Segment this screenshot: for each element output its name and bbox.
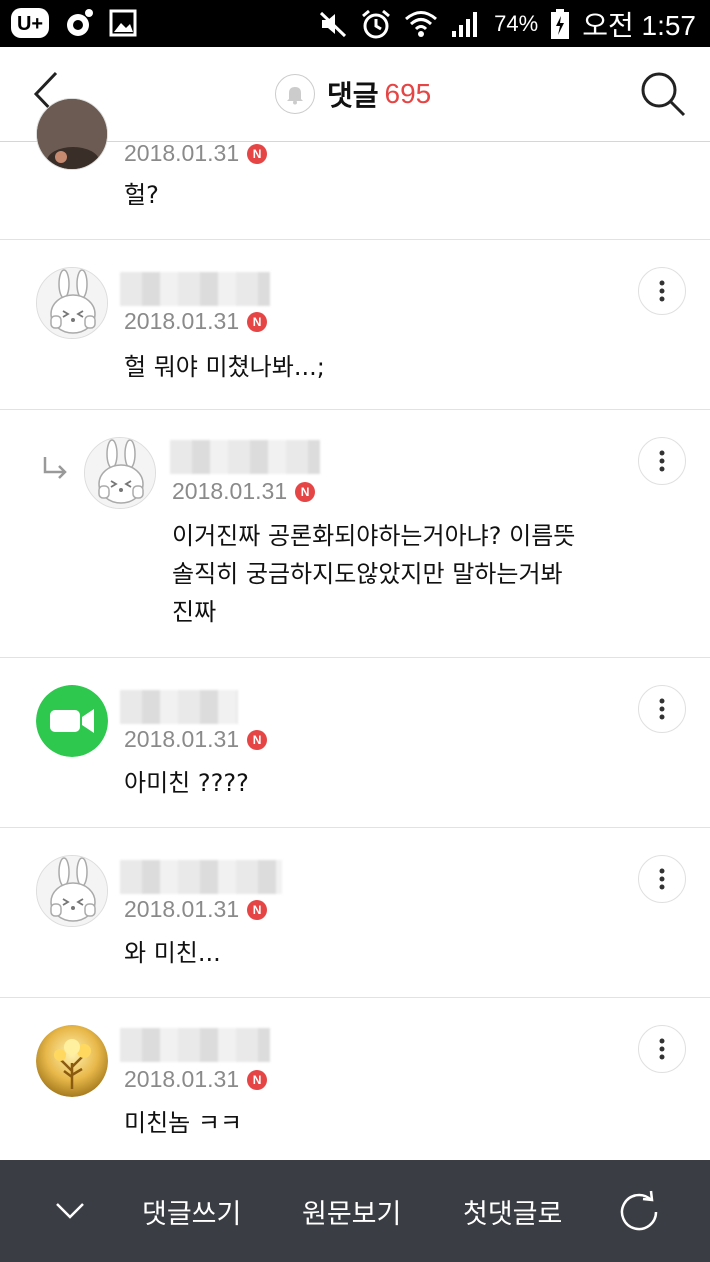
rabbit-avatar-icon	[37, 856, 107, 926]
write-comment-button[interactable]: 댓글쓰기	[142, 1192, 241, 1231]
image-icon	[109, 9, 137, 37]
comment-item: 2018.01.31 N 헐 뭐야 미쳤나봐...;	[0, 240, 710, 410]
new-badge: N	[247, 899, 268, 920]
comment-meta: 2018.01.31 N	[124, 726, 268, 753]
facetime-avatar-icon	[36, 685, 108, 757]
refresh-icon	[620, 1190, 658, 1231]
comment-meta: 2018.01.31 N	[124, 896, 268, 923]
reply-arrow-icon	[43, 457, 67, 479]
search-icon	[641, 72, 686, 117]
user-photo-icon	[37, 99, 107, 169]
avatar[interactable]	[36, 855, 108, 927]
wifi-icon	[405, 11, 438, 37]
new-badge: N	[295, 481, 316, 502]
u-plus-icon: U+	[11, 8, 49, 38]
more-options-button[interactable]	[638, 855, 686, 903]
rabbit-avatar-icon	[85, 438, 155, 508]
clock: 오전 1:57	[582, 10, 696, 41]
comment-text: 헐 뭐야 미쳤나봐...;	[124, 353, 325, 381]
username-blurred	[120, 1028, 270, 1062]
more-vertical-icon	[659, 868, 665, 890]
bell-icon	[287, 87, 303, 105]
new-badge: N	[247, 1069, 268, 1090]
refresh-button[interactable]	[617, 1190, 661, 1238]
comment-item: 2018.01.31 N 와 미친...	[0, 828, 710, 998]
comment-text: 와 미친...	[124, 939, 221, 967]
comment-text: 아미친 ????	[124, 769, 249, 797]
golden-tree-avatar-icon	[36, 1025, 108, 1097]
comment-meta: 2018.01.31 N	[124, 308, 268, 335]
comment-date: 2018.01.31	[124, 726, 240, 752]
comment-item: 2018.01.31 N 아미친 ????	[0, 658, 710, 828]
comment-date: 2018.01.31	[124, 140, 240, 166]
avatar[interactable]	[84, 437, 156, 509]
avatar[interactable]	[36, 98, 108, 170]
collapse-button[interactable]	[54, 1198, 86, 1226]
comment-count: 695	[384, 78, 432, 109]
avatar[interactable]	[36, 1025, 108, 1097]
username-blurred	[120, 690, 238, 724]
status-bar: U+ 74% 오전 1:57	[0, 0, 710, 47]
username-blurred	[120, 272, 270, 306]
more-options-button[interactable]	[638, 1025, 686, 1073]
comment-text: 이거진짜 공론화되야하는거아냐? 이름뜻 솔직히 궁금하지도않았지만 말하는거봐…	[172, 517, 575, 631]
chevron-down-icon	[56, 1203, 84, 1219]
more-options-button[interactable]	[638, 685, 686, 733]
more-vertical-icon	[659, 280, 665, 302]
first-comment-button[interactable]: 첫댓글로	[463, 1192, 562, 1231]
view-original-button[interactable]: 원문보기	[302, 1192, 401, 1231]
comment-item: 2018.01.31 N 미친놈 ㅋㅋ	[0, 998, 710, 1160]
new-badge: N	[247, 311, 268, 332]
new-badge: N	[247, 729, 268, 750]
comment-date: 2018.01.31	[124, 1066, 240, 1092]
avatar[interactable]	[36, 267, 108, 339]
username-blurred	[170, 440, 320, 474]
comment-text: 미친놈 ㅋㅋ	[124, 1109, 243, 1137]
avatar[interactable]	[36, 685, 108, 757]
bottom-toolbar: 댓글쓰기 원문보기 첫댓글로	[0, 1160, 710, 1262]
mute-icon	[320, 11, 347, 38]
more-vertical-icon	[659, 698, 665, 720]
comment-date: 2018.01.31	[124, 896, 240, 922]
battery-percent: 74%	[494, 11, 539, 36]
comment-date: 2018.01.31	[124, 308, 240, 334]
status-left-icons: U+	[10, 7, 138, 39]
more-options-button[interactable]	[638, 267, 686, 315]
page-title: 댓글	[327, 79, 379, 112]
username-blurred	[120, 860, 282, 894]
comment-text-line: 이거진짜 공론화되야하는거아냐? 이름뜻	[172, 522, 576, 550]
battery-icon	[551, 9, 570, 39]
more-vertical-icon	[659, 450, 665, 472]
more-vertical-icon	[659, 1038, 665, 1060]
rabbit-avatar-icon	[37, 268, 107, 338]
signal-icon	[452, 12, 478, 37]
new-badge: N	[247, 143, 268, 164]
header-title-group: 댓글 695	[275, 74, 431, 114]
more-options-button[interactable]	[638, 437, 686, 485]
alarm-icon	[362, 9, 391, 39]
comment-text-line: 진짜	[172, 598, 217, 626]
comment-text: 헐?	[124, 181, 159, 209]
comment-meta: 2018.01.31 N	[124, 1066, 268, 1093]
comment-date: 2018.01.31	[172, 478, 288, 504]
comment-item-reply: 2018.01.31 N 이거진짜 공론화되야하는거아냐? 이름뜻 솔직히 궁금…	[0, 410, 710, 658]
reply-indicator	[40, 454, 70, 491]
svg-text:U+: U+	[17, 13, 43, 35]
search-button[interactable]	[638, 69, 688, 119]
notification-toggle[interactable]	[275, 74, 315, 114]
record-icon	[67, 9, 93, 36]
comment-meta: 2018.01.31 N	[172, 478, 316, 505]
comment-item: 2018.01.31 N 헐?	[0, 98, 710, 240]
status-right-icons: 74% 오전 1:57	[318, 4, 696, 44]
comment-text-line: 솔직히 궁금하지도않았지만 말하는거봐	[172, 560, 563, 588]
comment-meta: 2018.01.31 N	[124, 140, 268, 167]
